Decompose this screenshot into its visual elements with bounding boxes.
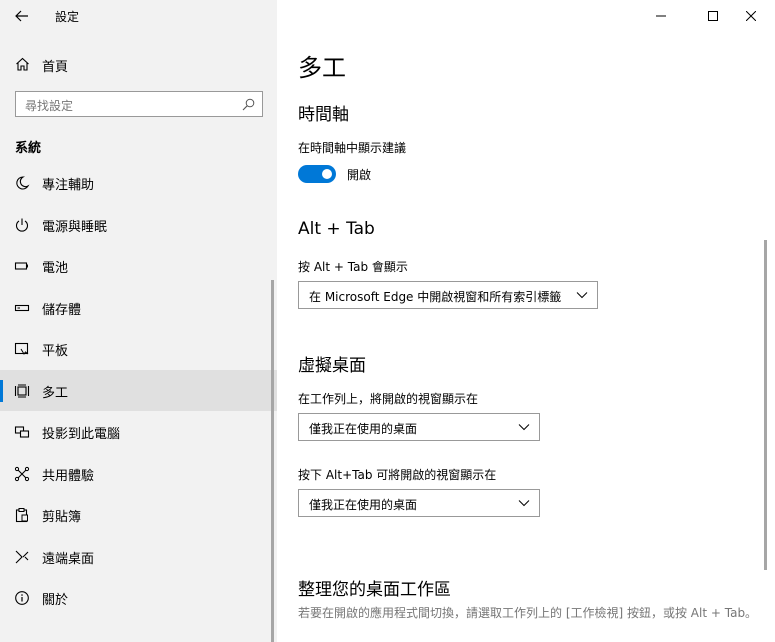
workspace-heading: 整理您的桌面工作區 (298, 580, 451, 600)
minimize-icon (656, 15, 666, 17)
sidebar-item-storage[interactable]: 儲存體 (0, 287, 277, 329)
sidebar-item-project-to-pc[interactable]: 投影到此電腦 (0, 411, 277, 453)
timeline-suggestions-toggle[interactable] (298, 165, 336, 183)
workspace-description: 若要在開啟的應用程式間切換，請選取工作列上的 [工作檢視] 按鈕，或按 Alt … (298, 606, 758, 620)
taskbar-windows-dropdown-value: 僅我正在使用的桌面 (309, 422, 418, 436)
sidebar-item-multitasking[interactable]: 多工 (0, 369, 277, 411)
alt-tab-dropdown[interactable]: 在 Microsoft Edge 中開啟視窗和所有索引標籤 (298, 281, 598, 309)
battery-icon (14, 262, 28, 270)
toggle-knob (322, 169, 332, 179)
toggle-state-label: 開啟 (347, 168, 372, 182)
selection-indicator (0, 379, 3, 402)
maximize-icon (708, 11, 718, 21)
content-scrollbar[interactable] (764, 240, 767, 570)
close-button[interactable] (729, 0, 773, 32)
sidebar-item-battery[interactable]: 電池 (0, 245, 277, 287)
multitasking-icon (14, 383, 30, 398)
sidebar-item-shared-experiences[interactable]: 共用體驗 (0, 453, 277, 495)
minimize-button[interactable] (639, 0, 683, 32)
power-icon (15, 218, 29, 232)
home-nav-item[interactable]: 首頁 (0, 48, 277, 80)
sidebar-item-label: 儲存體 (42, 302, 82, 318)
sidebar-item-label: 遠端桌面 (42, 551, 95, 567)
sidebar-item-label: 專注輔助 (42, 178, 95, 193)
alttab-windows-dropdown-value: 僅我正在使用的桌面 (309, 498, 418, 512)
alt-tab-dropdown-value: 在 Microsoft Edge 中開啟視窗和所有索引標籤 (309, 290, 562, 304)
back-button[interactable] (8, 4, 36, 28)
moon-icon (16, 176, 30, 190)
timeline-suggestions-label: 在時間軸中顯示建議 (298, 141, 407, 155)
sidebar-item-label: 共用體驗 (42, 468, 95, 484)
title-bar: 設定 (0, 0, 277, 32)
remote-desktop-icon (15, 550, 29, 563)
sidebar-item-label: 平板 (42, 344, 69, 359)
timeline-heading: 時間軸 (298, 105, 349, 125)
close-icon (746, 11, 756, 21)
sidebar-item-label: 多工 (42, 385, 69, 401)
search-placeholder: 尋找設定 (25, 99, 74, 113)
project-icon (14, 426, 30, 438)
sidebar-item-remote-desktop[interactable]: 遠端桌面 (0, 536, 277, 578)
home-label: 首頁 (42, 60, 69, 75)
alttab-windows-label: 按下 Alt+Tab 可將開啟的視窗顯示在 (298, 468, 497, 482)
chevron-down-icon (518, 500, 530, 507)
page-title: 多工 (298, 54, 346, 82)
back-arrow-icon (15, 10, 28, 22)
search-input[interactable]: 尋找設定 (15, 91, 263, 117)
sidebar-item-about[interactable]: 關於 (0, 577, 277, 619)
sidebar-item-tablet[interactable]: 平板 (0, 328, 277, 370)
section-title: 系統 (15, 141, 42, 156)
sidebar-item-label: 投影到此電腦 (42, 427, 121, 442)
taskbar-windows-dropdown[interactable]: 僅我正在使用的桌面 (298, 413, 540, 441)
alt-tab-heading: Alt + Tab (298, 219, 375, 239)
app-title: 設定 (55, 10, 80, 24)
sidebar-item-label: 關於 (42, 593, 69, 608)
search-icon (242, 98, 255, 111)
sidebar-item-clipboard[interactable]: 剪貼簿 (0, 494, 277, 536)
info-icon (15, 591, 29, 605)
sidebar: 設定 首頁 尋找設定 系統 專注輔助 電源與睡眠 電池 儲存體 平板 多工 投影… (0, 0, 277, 642)
alt-tab-label: 按 Alt + Tab 會顯示 (298, 260, 408, 274)
chevron-down-icon (518, 424, 530, 431)
tablet-icon (14, 342, 29, 355)
sidebar-item-label: 剪貼簿 (42, 510, 82, 525)
taskbar-windows-label: 在工作列上，將開啟的視窗顯示在 (298, 392, 479, 406)
sidebar-item-label: 電源與睡眠 (42, 219, 108, 235)
alttab-windows-dropdown[interactable]: 僅我正在使用的桌面 (298, 489, 540, 517)
home-icon (16, 57, 29, 71)
sidebar-scrollbar[interactable] (271, 280, 274, 642)
virtual-desktops-heading: 虛擬桌面 (298, 356, 366, 376)
sidebar-nav: 專注輔助 電源與睡眠 電池 儲存體 平板 多工 投影到此電腦 共用體驗 剪貼簿 … (0, 162, 277, 619)
chevron-down-icon (576, 292, 588, 299)
shared-experiences-icon (14, 466, 30, 481)
storage-icon (14, 304, 30, 311)
sidebar-item-focus-assist[interactable]: 專注輔助 (0, 162, 277, 204)
sidebar-item-label: 電池 (42, 261, 69, 276)
clipboard-icon (15, 508, 28, 523)
sidebar-item-power-sleep[interactable]: 電源與睡眠 (0, 204, 277, 246)
content-pane: 多工 時間軸 在時間軸中顯示建議 開啟 Alt + Tab 按 Alt + Ta… (277, 0, 775, 642)
